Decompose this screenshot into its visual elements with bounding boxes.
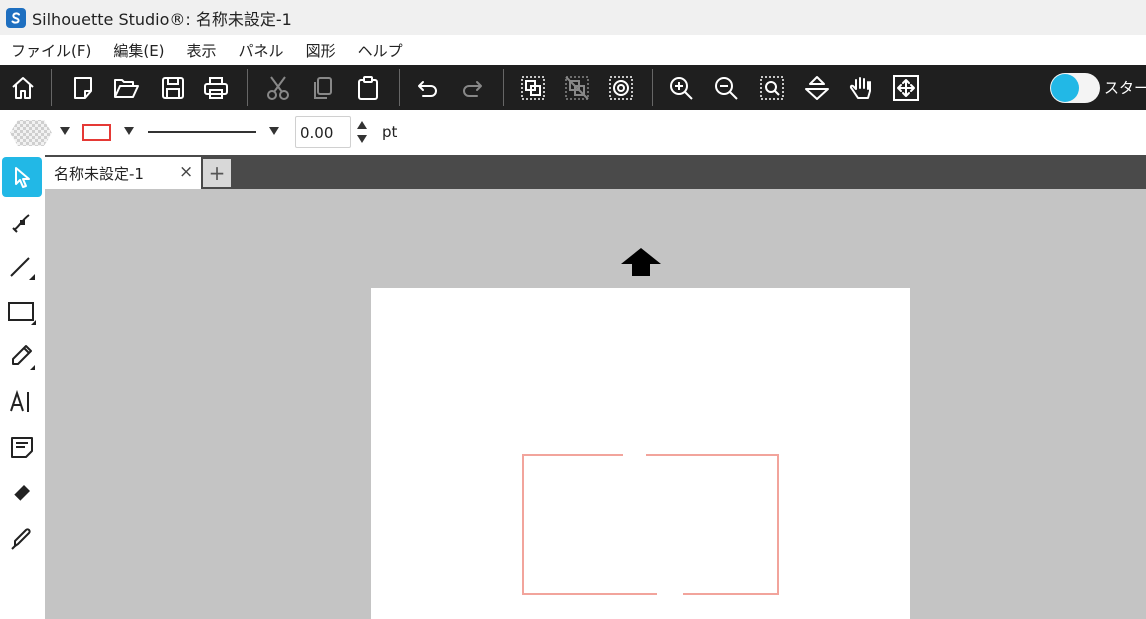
printer-icon [204,77,228,99]
menu-file[interactable]: ファイル(F) [0,40,102,61]
paste-button[interactable] [350,70,386,106]
menu-view[interactable]: 表示 [176,40,228,61]
close-tab-icon[interactable]: × [179,162,193,182]
title-bar: Silhouette Studio®: 名称未設定-1 [0,0,1146,35]
document-tab-label: 名称未設定-1 [54,164,144,183]
move-view-button[interactable] [888,70,924,106]
zoom-out-icon [715,77,738,100]
fill-dropdown-arrow-icon[interactable] [59,126,71,136]
toolbar-separator [51,69,52,106]
toolbar-separator [652,69,653,106]
pan-button[interactable] [844,70,880,106]
ungroup-icon [565,76,589,100]
cutting-mat-page[interactable] [371,288,910,619]
feed-direction-arrow-icon [621,248,661,276]
zoom-selection-icon [760,76,784,100]
compound-path-icon [609,76,633,100]
cut-shape[interactable] [371,288,910,619]
zoom-out-button[interactable] [708,70,744,106]
left-tool-strip [0,155,45,619]
zoom-selection-button[interactable] [754,70,790,106]
line-width-input[interactable]: 0.00 [295,116,351,148]
undo-icon [418,81,437,97]
zoom-in-button[interactable] [663,70,699,106]
edit-points-tool[interactable] [2,202,42,242]
window-title: Silhouette Studio®: 名称未設定-1 [32,9,292,29]
menu-shape[interactable]: 図形 [295,40,347,61]
menu-help[interactable]: ヘルプ [347,40,414,61]
menu-bar: ファイル(F) 編集(E) 表示 パネル 図形 ヘルプ [0,35,1146,65]
hand-icon [849,77,871,99]
line-width-unit: pt [382,123,398,141]
edit-points-icon [12,214,30,233]
redo-button[interactable] [454,70,490,106]
toolbar-separator [247,69,248,106]
folder-open-icon [114,79,139,98]
home-icon [12,77,34,99]
line-style-preview[interactable] [148,130,258,134]
move-arrows-icon [893,75,919,101]
knife-tool[interactable] [2,517,42,557]
copy-icon [314,77,332,99]
group-icon [521,76,545,100]
new-document-button[interactable] [65,70,101,106]
knife-icon [11,528,31,550]
select-tool[interactable] [2,157,42,197]
properties-bar: 0.00 pt [0,110,1146,155]
print-button[interactable] [198,70,234,106]
undo-button[interactable] [410,70,446,106]
menu-edit[interactable]: 編集(E) [102,40,175,61]
pencil-icon [12,345,35,370]
text-icon [10,389,29,412]
eraser-tool[interactable] [2,472,42,512]
toolbar-separator [399,69,400,106]
eraser-icon [13,485,30,502]
pointer-icon [15,167,30,188]
note-icon [11,437,33,458]
start-toggle[interactable] [1050,73,1100,103]
toolbar-separator [503,69,504,106]
save-icon [162,77,184,99]
fill-pattern-swatch[interactable] [8,118,54,148]
line-width-value: 0.00 [300,124,334,142]
cut-button[interactable] [260,70,296,106]
ungroup-button[interactable] [559,70,595,106]
line-style-dropdown-arrow-icon[interactable] [268,126,280,136]
menu-panel[interactable]: パネル [228,40,295,61]
document-tab[interactable]: 名称未設定-1 × [45,157,201,189]
fit-page-icon [805,76,829,100]
zoom-in-icon [670,77,693,100]
line-color-swatch[interactable] [82,123,112,143]
redo-icon [463,81,482,97]
group-button[interactable] [515,70,551,106]
new-document-icon [74,77,92,99]
toggle-label: スター [1104,79,1146,97]
fit-to-page-button[interactable] [799,70,835,106]
copy-button[interactable] [304,70,340,106]
silhouette-logo-icon [6,7,26,28]
rectangle-tool[interactable] [2,292,42,332]
document-tab-bar: 名称未設定-1 × + [45,155,1146,189]
home-button[interactable] [5,70,41,106]
line-color-dropdown-arrow-icon[interactable] [123,126,135,136]
rectangle-icon [8,302,36,325]
open-button[interactable] [108,70,144,106]
main-toolbar [0,65,1146,110]
line-tool[interactable] [2,247,42,287]
save-button[interactable] [155,70,191,106]
line-icon [10,257,35,280]
draw-tool[interactable] [2,337,42,377]
text-tool[interactable] [2,382,42,422]
text-style-tool[interactable] [2,427,42,467]
toggle-knob [1051,74,1079,102]
clipboard-icon [358,76,378,100]
compound-path-button[interactable] [603,70,639,106]
line-width-stepper[interactable] [355,119,369,145]
scissors-icon [267,76,289,100]
add-tab-button[interactable]: + [203,159,231,187]
